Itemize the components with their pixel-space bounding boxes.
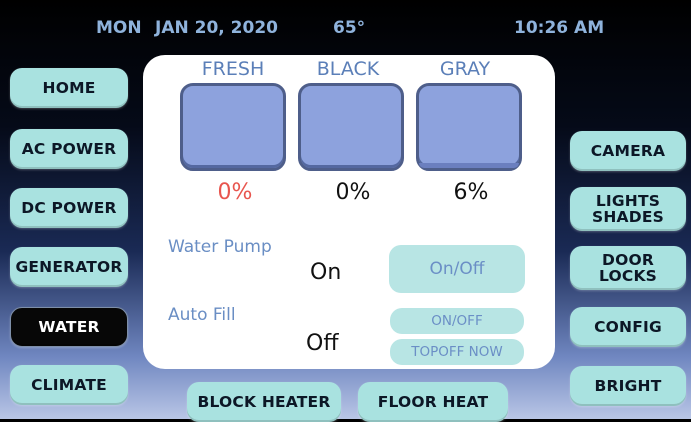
auto-fill-toggle-button[interactable]: ON/OFF	[390, 308, 524, 334]
tank-fill-gray	[419, 163, 519, 168]
nav-ac-power-button[interactable]: AC POWER	[10, 129, 128, 169]
tank-label-fresh: FRESH	[201, 58, 265, 80]
topoff-now-button[interactable]: TOPOFF NOW	[390, 339, 524, 365]
water-pump-toggle-button[interactable]: On/Off	[389, 245, 525, 293]
nav-lights-shades-button[interactable]: LIGHTS SHADES	[570, 187, 686, 231]
time-label: 10:26 AM	[514, 18, 605, 38]
tank-label-black: BLACK	[316, 58, 380, 80]
tank-percent-gray: 6%	[453, 180, 489, 205]
nav-climate-button[interactable]: CLIMATE	[10, 365, 128, 405]
nav-floor-heat-button[interactable]: FLOOR HEAT	[358, 382, 508, 422]
nav-water-button[interactable]: WATER	[10, 307, 128, 347]
water-panel: FRESH BLACK GRAY 0% 0% 6% Water Pump On …	[143, 55, 555, 369]
nav-config-button[interactable]: CONFIG	[570, 307, 686, 347]
tank-gauge-fresh	[180, 83, 286, 171]
nav-door-locks-button[interactable]: DOOR LOCKS	[570, 246, 686, 290]
tank-label-gray: GRAY	[439, 58, 491, 80]
tank-gauge-black	[298, 83, 404, 171]
nav-generator-button[interactable]: GENERATOR	[10, 247, 128, 287]
nav-camera-button[interactable]: CAMERA	[570, 131, 686, 171]
day-label: MON	[96, 18, 142, 38]
date-label: JAN 20, 2020	[155, 18, 278, 38]
water-pump-value: On	[310, 260, 342, 285]
nav-block-heater-button[interactable]: BLOCK HEATER	[187, 382, 341, 422]
water-pump-label: Water Pump	[168, 237, 272, 257]
tank-gauge-gray	[416, 83, 522, 171]
tank-percent-black: 0%	[335, 180, 371, 205]
temperature-label: 65°	[333, 18, 366, 38]
nav-dc-power-button[interactable]: DC POWER	[10, 188, 128, 228]
water-screen: MON JAN 20, 2020 65° 10:26 AM HOME AC PO…	[0, 0, 691, 422]
nav-bright-button[interactable]: BRIGHT	[570, 366, 686, 406]
auto-fill-value: Off	[306, 331, 339, 356]
auto-fill-label: Auto Fill	[168, 305, 236, 325]
nav-home-button[interactable]: HOME	[10, 68, 128, 108]
tank-percent-fresh: 0%	[217, 180, 253, 205]
